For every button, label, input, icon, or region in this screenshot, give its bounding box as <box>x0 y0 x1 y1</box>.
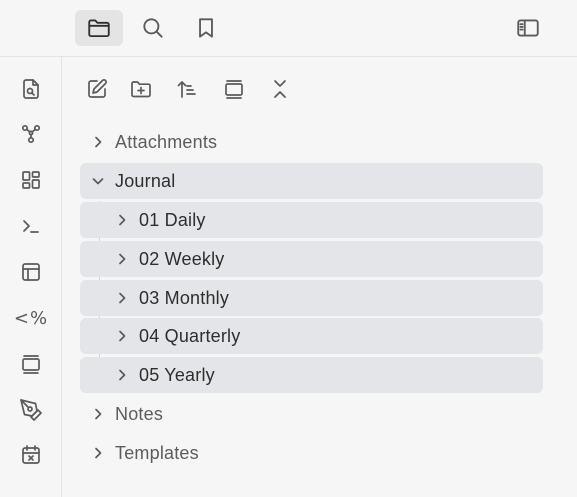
command-palette-button[interactable] <box>15 210 47 242</box>
tree-item-label: 04 Quarterly <box>139 325 241 346</box>
calendar-button[interactable] <box>15 439 47 471</box>
calendar-x-icon <box>22 445 40 464</box>
chevron-down-icon[interactable] <box>88 171 108 191</box>
tree-item-label: Templates <box>115 442 199 463</box>
quick-switcher-button[interactable] <box>15 73 47 105</box>
tree-item-04-quarterly[interactable]: 04 Quarterly <box>80 318 543 354</box>
chevron-right-icon[interactable] <box>112 249 132 269</box>
panel-layout-button[interactable] <box>15 256 47 288</box>
bookmark-icon <box>199 18 213 38</box>
tree-item-label: 01 Daily <box>139 209 206 230</box>
left-ribbon: <% <box>0 57 62 497</box>
files-tab[interactable] <box>75 10 123 46</box>
graph-view-button[interactable] <box>15 118 47 150</box>
search-tab[interactable] <box>129 10 177 46</box>
top-tab-bar <box>0 0 577 57</box>
auto-reveal-button[interactable] <box>217 72 251 106</box>
sort-button[interactable] <box>170 72 204 106</box>
chevron-right-icon[interactable] <box>112 210 132 230</box>
pen-tool-icon <box>20 399 42 421</box>
insert-template-button[interactable]: <% <box>13 302 49 334</box>
new-folder-icon <box>131 81 151 98</box>
panel-layout-icon <box>22 263 40 281</box>
tree-item-05-yearly[interactable]: 05 Yearly <box>80 357 543 393</box>
chevron-right-icon[interactable] <box>112 326 132 346</box>
tree-item-templates[interactable]: Templates <box>80 435 543 471</box>
tree-item-label: 05 Yearly <box>139 364 215 385</box>
tree-item-02-weekly[interactable]: 02 Weekly <box>80 241 543 277</box>
new-folder-button[interactable] <box>124 72 158 106</box>
file-search-icon <box>23 79 39 99</box>
card-stack-button[interactable] <box>15 348 47 380</box>
chevron-right-icon[interactable] <box>112 288 132 308</box>
file-explorer-toolbar <box>80 72 380 106</box>
search-icon <box>143 18 163 38</box>
collapse-view-icon <box>225 80 243 99</box>
tree-item-01-daily[interactable]: 01 Daily <box>80 202 543 238</box>
sidebar-toggle-icon <box>517 19 539 37</box>
new-note-button[interactable] <box>80 72 114 106</box>
collapse-all-button[interactable] <box>263 72 297 106</box>
draw-button[interactable] <box>15 394 47 426</box>
tree-item-label: 02 Weekly <box>139 248 225 269</box>
terminal-icon <box>23 220 39 233</box>
new-note-icon <box>88 79 107 98</box>
tree-item-03-monthly[interactable]: 03 Monthly <box>80 280 543 316</box>
bookmarks-tab[interactable] <box>182 10 230 46</box>
chevron-right-icon[interactable] <box>88 404 108 424</box>
graph-icon <box>21 124 41 144</box>
tree-item-attachments[interactable]: Attachments <box>80 124 543 160</box>
tree-item-label: Notes <box>115 403 164 424</box>
folder-icon <box>88 19 110 38</box>
collapse-all-icon <box>274 80 286 98</box>
canvas-button[interactable] <box>15 164 47 196</box>
tree-item-label: Attachments <box>115 131 218 152</box>
tree-item-label: 03 Monthly <box>139 287 230 308</box>
chevron-right-icon[interactable] <box>88 132 108 152</box>
template-code-icon: <% <box>13 307 49 329</box>
sidebar-toggle-button[interactable] <box>504 10 552 46</box>
layout-grid-icon <box>22 171 40 189</box>
card-stack-icon <box>22 355 40 374</box>
tree-item-notes[interactable]: Notes <box>80 396 543 432</box>
sort-icon <box>177 81 196 98</box>
chevron-right-icon[interactable] <box>112 365 132 385</box>
chevron-right-icon[interactable] <box>88 443 108 463</box>
tree-item-journal[interactable]: Journal <box>80 163 543 199</box>
tree-item-label: Journal <box>115 170 176 191</box>
